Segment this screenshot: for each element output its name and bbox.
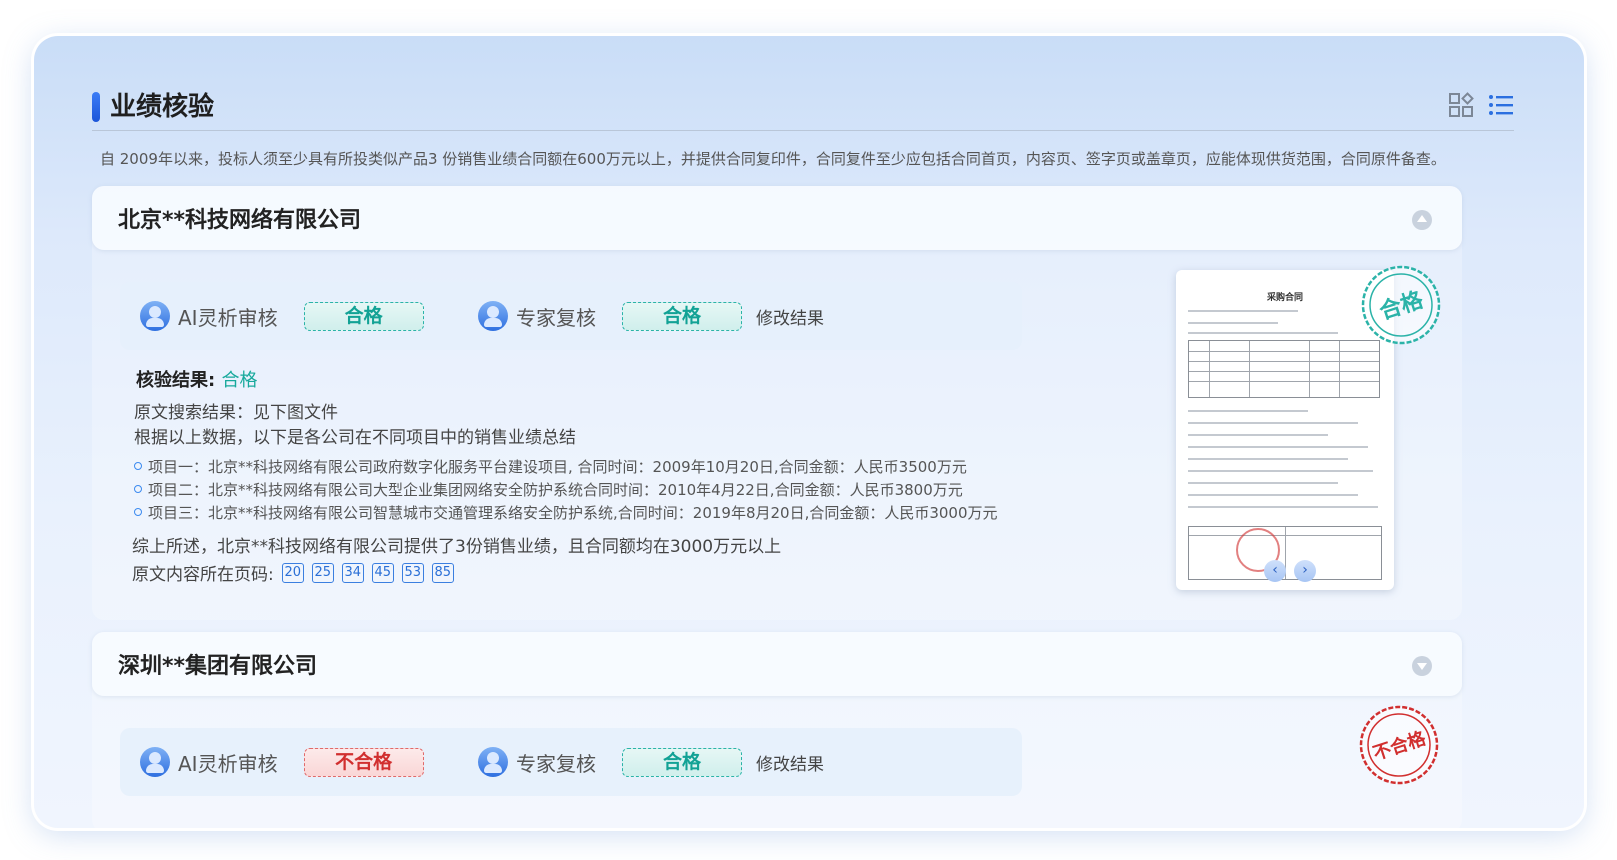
page-link[interactable]: 25 bbox=[311, 562, 334, 583]
result-value: 合格 bbox=[221, 370, 258, 391]
ai-robot-icon bbox=[140, 301, 170, 331]
expert-result-badge: 合格 bbox=[622, 301, 742, 331]
search-result-text: 原文搜索结果：见下图文件 bbox=[134, 403, 338, 423]
project-item: 项目三：北京**科技网络有限公司智慧城市交通管理系络安全防护系统,合同时间：20… bbox=[134, 502, 998, 523]
pass-stamp: 合格 bbox=[1361, 265, 1441, 345]
company-card-header[interactable]: 深圳**集团有限公司 bbox=[92, 632, 1462, 696]
fail-stamp: 不合格 bbox=[1359, 705, 1439, 785]
verification-result: 核验结果: 合格 bbox=[136, 366, 257, 392]
expert-avatar-icon bbox=[478, 747, 508, 777]
company-name: 深圳**集团有限公司 bbox=[118, 654, 318, 679]
review-status-bar: AI灵析审核 合格 专家复核 合格 修改结果 bbox=[120, 282, 1022, 350]
view-switcher bbox=[1448, 92, 1514, 118]
ai-review-label: AI灵析审核 bbox=[178, 305, 278, 330]
ai-review-label: AI灵析审核 bbox=[178, 751, 278, 776]
title-accent-bar bbox=[92, 92, 100, 122]
ai-robot-icon bbox=[140, 747, 170, 777]
result-title: 核验结果: bbox=[136, 370, 216, 391]
company-name: 北京**科技网络有限公司 bbox=[118, 208, 362, 233]
grid-view-icon[interactable] bbox=[1448, 92, 1474, 118]
page-link[interactable]: 85 bbox=[431, 562, 454, 583]
expert-avatar-icon bbox=[478, 301, 508, 331]
prev-page-button[interactable]: ‹ bbox=[1264, 560, 1286, 582]
section-title: 业绩核验 bbox=[110, 92, 215, 122]
company-card-header[interactable]: 北京**科技网络有限公司 bbox=[92, 186, 1462, 250]
expand-icon[interactable] bbox=[1412, 656, 1432, 676]
list-view-icon[interactable] bbox=[1488, 92, 1514, 118]
verification-panel: 业绩核验 自 2009年以来，投标人须至少具有所投类似产品3 份销售业绩合同额在… bbox=[34, 36, 1584, 828]
section-header: 业绩核验 bbox=[92, 88, 1514, 128]
page-link[interactable]: 20 bbox=[281, 562, 304, 583]
modify-result-link[interactable]: 修改结果 bbox=[756, 750, 824, 775]
project-item: 项目一：北京**科技网络有限公司政府数字化服务平台建设项目, 合同时间：2009… bbox=[134, 456, 967, 477]
ai-review: AI灵析审核 不合格 bbox=[140, 742, 424, 782]
modify-result-link[interactable]: 修改结果 bbox=[756, 304, 824, 329]
expert-review: 专家复核 合格 修改结果 bbox=[478, 742, 824, 782]
company-card: 北京**科技网络有限公司 AI灵析审核 合格 专家复核 合格 修改结果 核验结果… bbox=[92, 186, 1462, 620]
review-status-bar: AI灵析审核 不合格 专家复核 合格 修改结果 bbox=[120, 728, 1022, 796]
summary-intro-text: 根据以上数据，以下是各公司在不同项目中的销售业绩总结 bbox=[134, 428, 576, 448]
requirement-description: 自 2009年以来，投标人须至少具有所投类似产品3 份销售业绩合同额在600万元… bbox=[100, 150, 1446, 168]
pages-label: 原文内容所在页码: bbox=[132, 565, 274, 585]
project-item: 项目二：北京**科技网络有限公司大型企业集团网络安全防护系统合同时间：2010年… bbox=[134, 479, 963, 500]
expert-review-label: 专家复核 bbox=[516, 305, 596, 330]
expert-result-badge: 合格 bbox=[622, 747, 742, 777]
collapse-icon[interactable] bbox=[1412, 210, 1432, 230]
expert-review-label: 专家复核 bbox=[516, 751, 596, 776]
company-card: 深圳**集团有限公司 AI灵析审核 不合格 专家复核 合格 修改结果 不合格 bbox=[92, 632, 1462, 828]
header-divider bbox=[92, 130, 1514, 131]
page-number-list: 原文内容所在页码: 20 25 34 45 53 85 bbox=[132, 560, 454, 585]
page-link[interactable]: 34 bbox=[341, 562, 364, 583]
ai-result-badge: 不合格 bbox=[303, 747, 424, 777]
page-link[interactable]: 45 bbox=[371, 562, 394, 583]
conclusion-text: 综上所述，北京**科技网络有限公司提供了3份销售业绩，且合同额均在3000万元以… bbox=[132, 537, 782, 557]
next-page-button[interactable]: › bbox=[1294, 560, 1316, 582]
page-link[interactable]: 53 bbox=[401, 562, 424, 583]
ai-review: AI灵析审核 合格 bbox=[140, 296, 424, 336]
document-table bbox=[1188, 340, 1380, 398]
ai-result-badge: 合格 bbox=[303, 301, 424, 331]
expert-review: 专家复核 合格 修改结果 bbox=[478, 296, 824, 336]
